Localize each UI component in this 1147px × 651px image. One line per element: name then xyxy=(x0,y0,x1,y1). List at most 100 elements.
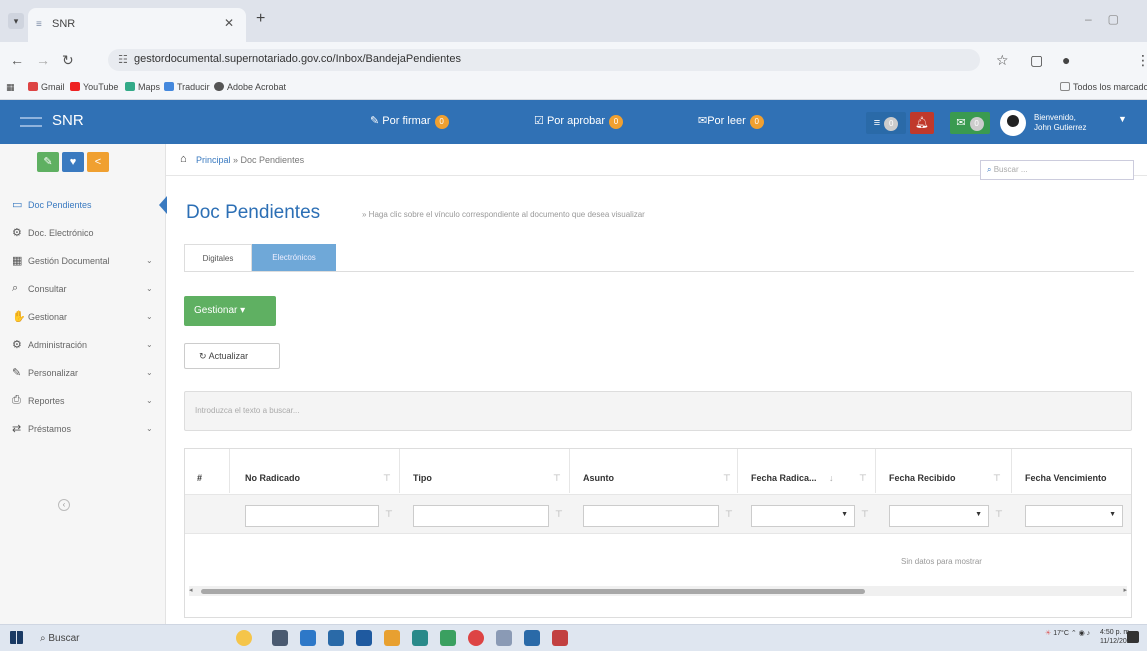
share-shortcut-button[interactable]: < xyxy=(87,152,109,172)
col-separator xyxy=(569,449,570,493)
home-icon[interactable]: ⌂ xyxy=(180,153,187,165)
nav-por-aprobar[interactable]: ☑ Por aprobar 0 xyxy=(534,114,624,129)
bookmark-maps[interactable]: Maps xyxy=(125,82,160,92)
filter-fecha-radicado-select[interactable]: ▼ xyxy=(751,505,855,527)
filter-asunto-input[interactable] xyxy=(583,505,719,527)
chevron-down-icon: ⌄ xyxy=(146,340,153,349)
col-header-asunto[interactable]: Asunto xyxy=(583,473,614,483)
list-notif-button[interactable]: ≡ 0 xyxy=(866,112,906,134)
filter-icon[interactable]: ⊤ xyxy=(861,509,869,520)
filter-icon[interactable]: ⊤ xyxy=(553,473,561,484)
col-header-fecha-recibido[interactable]: Fecha Recibido xyxy=(889,473,956,483)
filter-icon[interactable]: ⊤ xyxy=(859,473,867,484)
tab-digitales[interactable]: Digitales xyxy=(184,244,252,272)
chrome-icon[interactable] xyxy=(468,630,484,646)
app-icon[interactable] xyxy=(496,630,512,646)
all-bookmarks[interactable]: Todos los marcadores xyxy=(1060,82,1147,92)
filter-icon[interactable]: ⊤ xyxy=(385,509,393,520)
nav-por-leer[interactable]: ✉Por leer 0 xyxy=(698,114,764,129)
col-header-fecha-vencimiento[interactable]: Fecha Vencimiento xyxy=(1025,473,1107,483)
browser-tab[interactable]: ≡ SNR ✕ xyxy=(28,8,246,42)
file-explorer-icon[interactable] xyxy=(384,630,400,646)
app-icon[interactable] xyxy=(328,630,344,646)
site-info-icon[interactable]: ☷ xyxy=(118,53,128,66)
copilot-icon[interactable] xyxy=(236,630,252,646)
app-icon[interactable] xyxy=(524,630,540,646)
app-icon[interactable] xyxy=(300,630,316,646)
apps-icon[interactable]: ▦ xyxy=(6,82,15,93)
scrollbar-thumb[interactable] xyxy=(201,589,865,594)
sidebar-item[interactable]: ▦ Gestión Documental ⌄ xyxy=(0,248,166,274)
url-field[interactable]: ☷ gestordocumental.supernotariado.gov.co… xyxy=(108,49,980,71)
sidebar-item[interactable]: ▭ Doc Pendientes xyxy=(0,192,167,218)
notification-icon[interactable] xyxy=(1127,631,1139,643)
new-tab-icon[interactable]: + xyxy=(256,10,265,28)
taskbar-search[interactable]: ⌕ Buscar xyxy=(32,628,182,649)
edit-shortcut-button[interactable]: ✎ xyxy=(37,152,59,172)
sidebar-item[interactable]: ⚙ Doc. Electrónico xyxy=(0,220,166,246)
breadcrumb-home-link[interactable]: Principal xyxy=(196,155,231,165)
weather-temp[interactable]: ☀ 17°C ⌃ ◉ ♪ xyxy=(1045,629,1090,637)
filter-icon[interactable]: ⊤ xyxy=(725,509,733,520)
filter-icon[interactable]: ⊤ xyxy=(993,473,1001,484)
forward-icon[interactable]: → xyxy=(36,52,50,68)
bookmark-traducir[interactable]: Traducir xyxy=(164,82,210,92)
windows-start-icon[interactable] xyxy=(10,631,23,644)
sidebar-item[interactable]: ✎ Personalizar ⌄ xyxy=(0,360,166,386)
sort-down-icon[interactable]: ↓ xyxy=(829,473,834,483)
caret-down-icon[interactable]: ▼ xyxy=(1118,114,1127,124)
actualizar-button[interactable]: ↻ Actualizar xyxy=(184,343,280,369)
task-view-icon[interactable] xyxy=(272,630,288,646)
filter-no-radicado-input[interactable] xyxy=(245,505,379,527)
dropdown-arrow-icon: ▼ xyxy=(1109,511,1116,518)
horizontal-scrollbar[interactable]: ◂ ▸ xyxy=(189,586,1127,596)
filter-icon[interactable]: ⊤ xyxy=(555,509,563,520)
filter-icon[interactable]: ⊤ xyxy=(383,473,391,484)
star-icon[interactable]: ☆ xyxy=(996,52,1009,69)
profile-icon[interactable]: ● xyxy=(1062,52,1070,68)
filter-icon[interactable]: ⊤ xyxy=(995,509,1003,520)
user-menu[interactable]: Bienvenido, John Gutierrez xyxy=(1034,113,1086,133)
url-text: gestordocumental.supernotariado.gov.co/I… xyxy=(134,53,461,65)
messages-button[interactable]: ✉ 0 xyxy=(950,112,990,134)
app-icon[interactable] xyxy=(356,630,372,646)
back-icon[interactable]: ← xyxy=(10,52,24,68)
app-icon[interactable] xyxy=(412,630,428,646)
tab-electronicos[interactable]: Electrónicos xyxy=(252,244,336,272)
close-tab-icon[interactable]: ✕ xyxy=(224,16,234,30)
col-header-no-radicado[interactable]: No Radicado xyxy=(245,473,300,483)
scroll-left-icon[interactable]: ◂ xyxy=(189,586,193,594)
scroll-right-icon[interactable]: ▸ xyxy=(1123,586,1127,594)
search-input[interactable]: ⌕ Buscar ... xyxy=(980,160,1134,180)
col-header-fecha-radicado[interactable]: Fecha Radica... xyxy=(751,473,817,483)
window-controls[interactable]: –▢ xyxy=(1085,12,1135,26)
gestionar-button[interactable]: Gestionar ▾ xyxy=(184,296,276,326)
reload-icon[interactable]: ↻ xyxy=(62,52,74,69)
sidebar-item[interactable]: ✋ Gestionar ⌄ xyxy=(0,304,166,330)
app-icon[interactable] xyxy=(552,630,568,646)
tab-search-icon[interactable]: ▾ xyxy=(8,13,24,29)
filter-icon[interactable]: ⊤ xyxy=(723,473,731,484)
sidebar-item[interactable]: ⎙ Reportes ⌄ xyxy=(0,388,166,414)
app-icon[interactable] xyxy=(440,630,456,646)
sidebar-item[interactable]: ⇄ Préstamos ⌄ xyxy=(0,416,166,442)
extensions-icon[interactable]: ▢ xyxy=(1030,52,1043,69)
twitter-shortcut-button[interactable]: ♥ xyxy=(62,152,84,172)
col-header-tipo[interactable]: Tipo xyxy=(413,473,432,483)
nav-por-firmar[interactable]: ✎ Por firmar 0 xyxy=(370,114,449,129)
filter-fecha-recibido-select[interactable]: ▼ xyxy=(889,505,989,527)
text-filter-input[interactable]: Introduzca el texto a buscar... xyxy=(184,391,1132,431)
sidebar-item[interactable]: ⌕ Consultar ⌄ xyxy=(0,276,166,302)
sidebar-collapse-icon[interactable]: ‹ xyxy=(58,499,70,511)
filter-tipo-input[interactable] xyxy=(413,505,549,527)
sidebar-item[interactable]: ⚙ Administración ⌄ xyxy=(0,332,166,358)
bookmark-youtube[interactable]: YouTube xyxy=(70,82,118,92)
brand-title[interactable]: SNR xyxy=(52,112,84,129)
menu-icon[interactable]: ⋮ xyxy=(1136,52,1147,69)
bookmark-gmail[interactable]: Gmail xyxy=(28,82,65,92)
filter-fecha-vencimiento-select[interactable]: ▼ xyxy=(1025,505,1123,527)
sidebar-item-label: Consultar xyxy=(28,284,67,294)
bell-button[interactable]: 🔔︎ xyxy=(910,112,934,134)
avatar[interactable] xyxy=(1000,110,1026,136)
bookmark-acrobat[interactable]: Adobe Acrobat xyxy=(214,82,286,92)
